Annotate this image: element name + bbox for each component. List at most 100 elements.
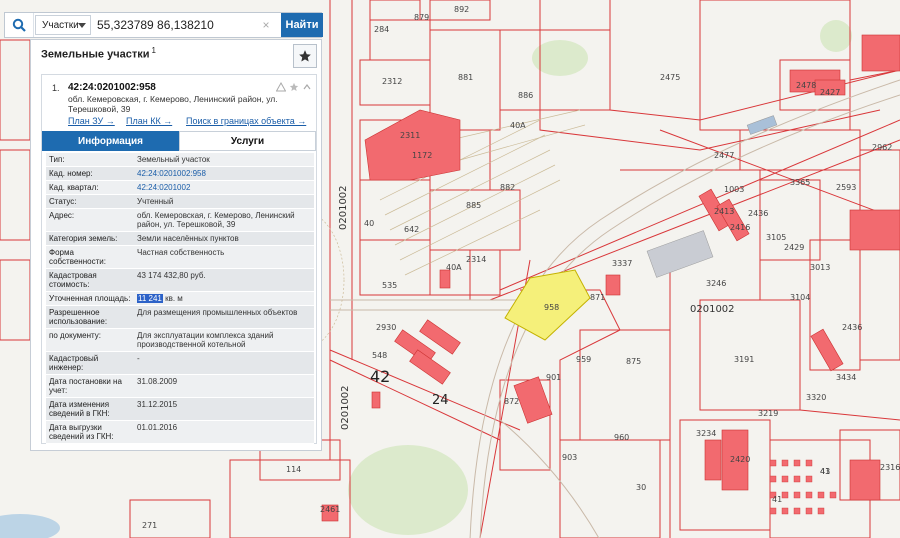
- favorite-button[interactable]: [293, 44, 317, 68]
- property-row: Адрес: обл. Кемеровская, г. Кемерово, Лен…: [46, 209, 314, 232]
- map-label: 2475: [660, 73, 680, 82]
- property-key: Уточненная площадь:: [49, 294, 131, 303]
- map-label: 2962: [872, 143, 892, 152]
- card-tools: [275, 81, 312, 92]
- properties-table: Тип: Земельный участок Кад. номер: 42:24:02…: [46, 153, 314, 444]
- map-label: 0201002: [338, 185, 349, 230]
- map-label: 2429: [784, 243, 804, 252]
- map-label: 2930: [376, 323, 396, 332]
- map-label: 3337: [612, 259, 632, 268]
- map-label: 881: [458, 73, 473, 82]
- map-label: 2461: [320, 505, 340, 514]
- map-label: 2477: [714, 151, 734, 160]
- property-row: по документу: Для эксплуатации комплекса …: [46, 329, 314, 352]
- property-row: Категория земель: Земли населённых пункто…: [46, 232, 314, 246]
- property-row: Тип: Земельный участок: [46, 153, 314, 167]
- map-label: 879: [414, 13, 429, 22]
- property-value: Для размещения промышленных объектов: [137, 308, 298, 317]
- tab-services[interactable]: Услуги: [179, 131, 316, 151]
- map-label: 3434: [836, 373, 856, 382]
- result-card[interactable]: 1. 42:24:0201002:958 обл. Кемеровская, г…: [41, 74, 317, 444]
- area-value-highlight: 11 241: [137, 294, 163, 303]
- map-label: 3320: [806, 393, 826, 402]
- map-label: 41: [772, 495, 782, 504]
- map-label: 3191: [734, 355, 754, 364]
- map-label: 3246: [706, 279, 726, 288]
- map-label: 2416: [730, 223, 750, 232]
- property-value: Учтенный: [137, 197, 174, 206]
- map-label: 24: [432, 393, 449, 408]
- map-label: 2478: [796, 81, 816, 90]
- clear-button[interactable]: ×: [259, 17, 273, 33]
- map-label: 642: [404, 225, 419, 234]
- property-key: по документу:: [49, 331, 101, 340]
- map-label: 2413: [714, 207, 734, 216]
- panel-title: Земельные участки 1: [41, 46, 156, 61]
- property-value[interactable]: 42:24:0201002:958: [134, 167, 314, 180]
- map-label: 43: [820, 467, 830, 476]
- map-label: 40А: [446, 263, 462, 272]
- results-panel: Земельные участки 1 1. 42:24:0201002:958 …: [30, 39, 322, 451]
- map-label: 0201002: [690, 304, 735, 315]
- search-bar: Участки × Найти: [4, 12, 323, 38]
- star-outline-icon[interactable]: [288, 81, 299, 92]
- search-type-select[interactable]: Участки: [35, 15, 91, 35]
- map-label: 892: [454, 5, 469, 14]
- map-label: 882: [500, 183, 515, 192]
- property-row: Дата постановки на учет: 31.08.2009: [46, 375, 314, 398]
- property-value: обл. Кемеровская, г. Кемерово, Ленинский…: [137, 211, 295, 229]
- collapse-icon[interactable]: [301, 81, 312, 92]
- plan-zu-link[interactable]: План ЗУ →: [68, 116, 115, 126]
- property-key: Разрешенное использование:: [49, 308, 108, 326]
- search-in-bounds-link[interactable]: Поиск в границах объекта →: [186, 116, 306, 126]
- chevron-down-icon: [78, 23, 86, 28]
- map-label: 1003: [724, 185, 744, 194]
- map-label: 284: [374, 25, 389, 34]
- map-label: 2316: [880, 463, 900, 472]
- property-key: Тип:: [49, 155, 65, 164]
- map-label: 903: [562, 453, 577, 462]
- map-label: 535: [382, 281, 397, 290]
- property-row: Разрешенное использование: Для размещения…: [46, 306, 314, 329]
- map-label: 3365: [790, 178, 810, 187]
- map-label: 2593: [836, 183, 856, 192]
- map-label: 3219: [758, 409, 778, 418]
- property-key: Дата изменения сведений в ГКН:: [49, 400, 110, 418]
- map-label: 960: [614, 433, 629, 442]
- map-label: 3104: [790, 293, 810, 302]
- property-value: Земельный участок: [137, 155, 210, 164]
- map-label: 885: [466, 201, 481, 210]
- property-key: Статус:: [49, 197, 77, 206]
- map-label: 3105: [766, 233, 786, 242]
- map-label: 2420: [730, 455, 750, 464]
- map-label: 30: [636, 483, 646, 492]
- cadastral-number: 42:24:0201002:958: [68, 82, 156, 93]
- map-label: 871: [590, 293, 605, 302]
- search-icon[interactable]: [5, 13, 34, 37]
- search-type-label: Участки: [42, 19, 79, 31]
- search-input[interactable]: [93, 15, 273, 35]
- property-value: 31.12.2015: [137, 400, 178, 409]
- find-button[interactable]: Найти: [281, 13, 323, 37]
- result-count: 1: [151, 46, 156, 55]
- map-label: 959: [576, 355, 591, 364]
- property-key: Форма собственности:: [49, 248, 106, 266]
- map-label: 958: [544, 303, 559, 312]
- property-key: Категория земель:: [49, 234, 118, 243]
- warning-icon[interactable]: [275, 81, 286, 92]
- map-label: 2436: [842, 323, 862, 332]
- property-row: Форма собственности: Частная собственност…: [46, 246, 314, 269]
- area-unit: кв. м: [162, 294, 183, 303]
- property-value[interactable]: 42:24:0201002: [134, 181, 314, 194]
- property-key: Кад. квартал:: [49, 183, 99, 192]
- property-row: Кад. номер: 42:24:0201002:958: [46, 167, 314, 181]
- plan-kk-link[interactable]: План КК →: [126, 116, 172, 126]
- property-row: Уточненная площадь: 11 241 кв. м: [46, 292, 314, 306]
- map-label: 271: [142, 521, 157, 530]
- property-row: Дата выгрузки сведений из ГКН: 01.01.2016: [46, 421, 314, 444]
- map-label: 42: [370, 367, 390, 386]
- map-label: 901: [546, 373, 561, 382]
- map-label: 2436: [748, 209, 768, 218]
- tab-information[interactable]: Информация: [42, 131, 179, 151]
- map-label: 0201002: [340, 385, 351, 430]
